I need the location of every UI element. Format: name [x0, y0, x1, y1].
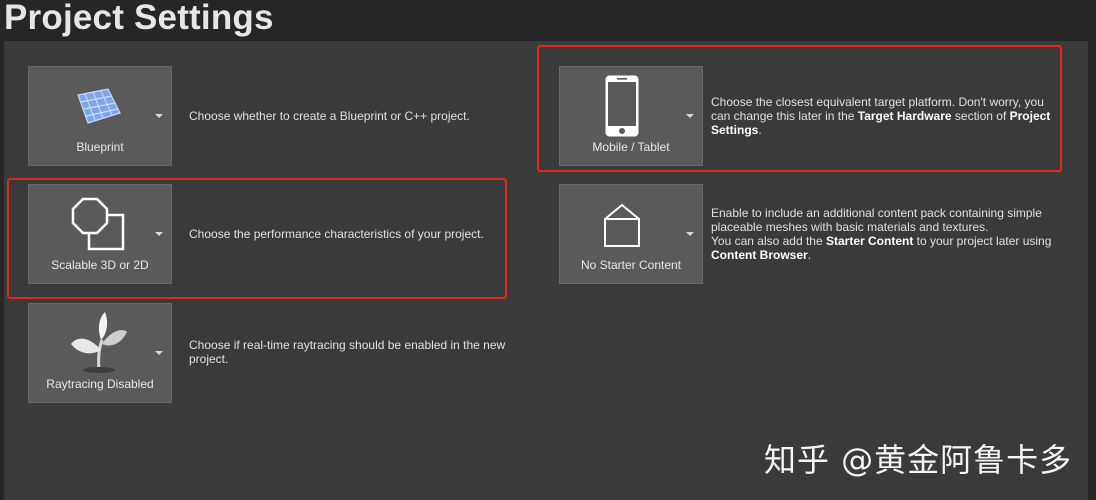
raytracing-label: Raytracing Disabled	[46, 377, 154, 391]
blueprint-label: Blueprint	[76, 140, 124, 154]
starter-content-description-line2: placeable meshes with basic materials an…	[711, 220, 989, 234]
blueprint-description: Choose whether to create a Blueprint or …	[189, 109, 470, 123]
page-title: Project Settings	[4, 0, 274, 37]
chevron-down-icon	[686, 232, 694, 236]
raytracing-dropdown[interactable]: Raytracing Disabled	[28, 303, 172, 403]
raytracing-description: Choose if real-time raytracing should be…	[189, 338, 505, 366]
plant-icon	[71, 312, 127, 373]
target-platform-highlight	[537, 45, 1062, 172]
watermark: 知乎 @黄金阿鲁卡多	[764, 441, 1073, 479]
raytracing-description-line2: project.	[189, 352, 229, 366]
starter-content-description-line4: Content Browser.	[711, 248, 812, 262]
chevron-down-icon	[155, 351, 163, 355]
starter-content-dropdown[interactable]: No Starter Content	[559, 184, 703, 284]
starter-content-label: No Starter Content	[580, 258, 682, 272]
blueprint-grid-icon	[77, 88, 121, 124]
open-box-icon	[604, 203, 640, 247]
chevron-down-icon	[155, 114, 163, 118]
blueprint-dropdown[interactable]: Blueprint	[28, 66, 172, 166]
scalability-highlight	[7, 178, 507, 299]
raytracing-description-line1: Choose if real-time raytracing should be…	[189, 338, 506, 352]
starter-content-description-line3: You can also add the Starter Content to …	[711, 234, 1052, 248]
starter-content-description-line1: Enable to include an additional content …	[711, 206, 1042, 220]
starter-content-description: Enable to include an additional content …	[711, 206, 1051, 262]
